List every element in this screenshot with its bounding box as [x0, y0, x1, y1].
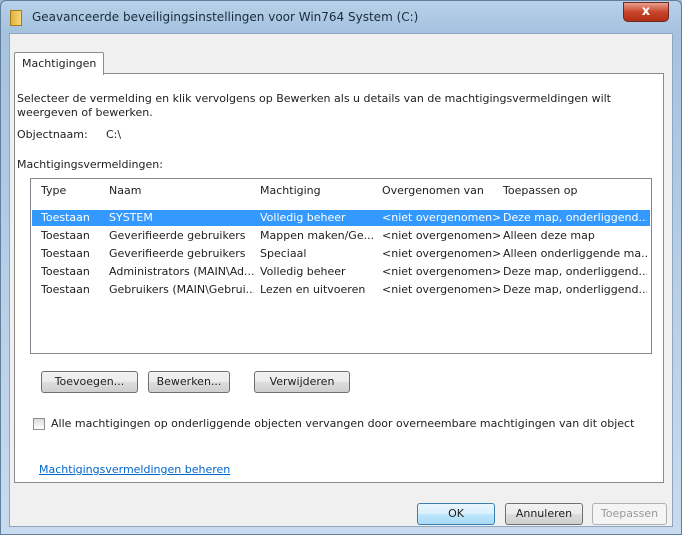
- column-header-type[interactable]: Type: [41, 179, 66, 203]
- cell-inherited: <niet overgenomen>: [382, 229, 500, 242]
- cell-permission: Volledig beheer: [260, 211, 346, 224]
- column-header-apply[interactable]: Toepassen op: [503, 179, 577, 203]
- ok-button[interactable]: OK: [417, 503, 495, 525]
- cell-name: Gebruikers (MAIN\Gebrui...: [109, 283, 254, 296]
- title-bar[interactable]: Geavanceerde beveiligingsinstellingen vo…: [1, 1, 681, 35]
- table-row[interactable]: Toestaan Administrators (MAIN\Ad... Voll…: [32, 264, 650, 280]
- edit-button[interactable]: Bewerken...: [148, 371, 230, 393]
- column-header-name[interactable]: Naam: [109, 179, 141, 203]
- cell-type: Toestaan: [41, 283, 90, 296]
- folder-icon: [10, 10, 22, 26]
- cell-name: Geverifieerde gebruikers: [109, 247, 246, 260]
- cancel-button[interactable]: Annuleren: [505, 503, 583, 525]
- cell-apply: Deze map, onderliggend...: [503, 283, 647, 296]
- table-row[interactable]: Toestaan Geverifieerde gebruikers Specia…: [32, 246, 650, 262]
- cell-inherited: <niet overgenomen>: [382, 211, 500, 224]
- column-header-permission[interactable]: Machtiging: [260, 179, 321, 203]
- table-row[interactable]: Toestaan SYSTEM Volledig beheer <niet ov…: [32, 210, 650, 226]
- cell-type: Toestaan: [41, 247, 90, 260]
- cell-name: SYSTEM: [109, 211, 153, 224]
- cell-permission: Mappen maken/Ge...: [260, 229, 375, 242]
- cell-name: Administrators (MAIN\Ad...: [109, 265, 254, 278]
- permission-entries-list[interactable]: Type Naam Machtiging Overgenomen van Toe…: [30, 178, 652, 354]
- replace-permissions-label[interactable]: Alle machtigingen op onderliggende objec…: [51, 417, 634, 430]
- table-row[interactable]: Toestaan Geverifieerde gebruikers Mappen…: [32, 228, 650, 244]
- apply-button[interactable]: Toepassen: [592, 503, 667, 525]
- tab-machtigingen[interactable]: Machtigingen: [14, 52, 105, 75]
- cell-apply: Alleen onderliggende ma...: [503, 247, 647, 260]
- cell-type: Toestaan: [41, 229, 90, 242]
- manage-entries-link[interactable]: Machtigingsvermeldingen beheren: [39, 463, 230, 476]
- column-header-inherited[interactable]: Overgenomen van: [382, 179, 484, 203]
- instruction-text: Selecteer de vermelding en klik vervolge…: [17, 92, 611, 119]
- cell-inherited: <niet overgenomen>: [382, 283, 500, 296]
- cell-name: Geverifieerde gebruikers: [109, 229, 246, 242]
- cell-permission: Volledig beheer: [260, 265, 346, 278]
- cell-inherited: <niet overgenomen>: [382, 247, 500, 260]
- table-row[interactable]: Toestaan Gebruikers (MAIN\Gebrui... Leze…: [32, 282, 650, 298]
- object-name-value: C:\: [106, 128, 122, 141]
- cell-apply: Deze map, onderliggend...: [503, 265, 647, 278]
- add-button[interactable]: Toevoegen...: [41, 371, 138, 393]
- cell-type: Toestaan: [41, 265, 90, 278]
- entries-label: Machtigingsvermeldingen:: [17, 158, 163, 171]
- window-title: Geavanceerde beveiligingsinstellingen vo…: [32, 10, 419, 24]
- remove-button[interactable]: Verwijderen: [254, 371, 350, 393]
- cell-apply: Deze map, onderliggend...: [503, 211, 647, 224]
- cell-apply: Alleen deze map: [503, 229, 595, 242]
- cell-inherited: <niet overgenomen>: [382, 265, 500, 278]
- cell-permission: Speciaal: [260, 247, 307, 260]
- close-button[interactable]: x: [623, 2, 669, 22]
- cell-type: Toestaan: [41, 211, 90, 224]
- object-name-label: Objectnaam:: [17, 128, 88, 141]
- cell-permission: Lezen en uitvoeren: [260, 283, 366, 296]
- replace-permissions-checkbox[interactable]: [33, 418, 45, 430]
